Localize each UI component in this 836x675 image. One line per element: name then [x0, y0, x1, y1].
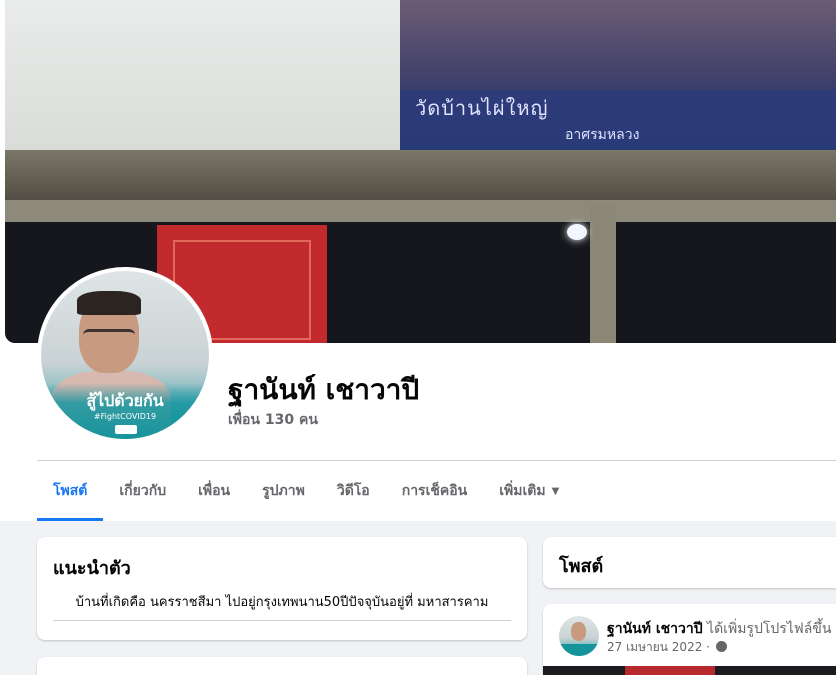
cover-post	[590, 205, 616, 343]
posts-title: โพสต์	[559, 556, 604, 577]
post-action-text: ได้เพิ่มรูปโปรไฟล์ขึ้น	[707, 621, 832, 637]
post-author-line: ฐานันท์ เชาวาปี ได้เพิ่มรูปโปรไฟล์ขึ้น	[607, 618, 831, 640]
post-date[interactable]: 27 เมษายน 2022 ·	[607, 640, 710, 654]
post-image-red-area	[625, 666, 715, 675]
friends-count[interactable]: เพื่อน 130 คน	[228, 409, 318, 431]
profile-header: วัดบ้านไผ่ใหญ่ อาศรมหลวง สู้ไปด้วยกัน #F…	[0, 0, 836, 521]
profile-name: ฐานันท์ เชาวาปี	[228, 373, 420, 406]
post-author-name[interactable]: ฐานันท์ เชาวาปี	[607, 621, 703, 637]
tab-more[interactable]: เพิ่มเติม ▼	[483, 461, 575, 521]
tab-posts[interactable]: โพสต์	[37, 461, 104, 521]
post-author-avatar[interactable]	[559, 616, 599, 656]
avatar-glasses	[83, 329, 135, 343]
cover-shelf-edge	[5, 200, 836, 222]
caret-down-icon: ▼	[551, 485, 560, 497]
profile-avatar[interactable]: สู้ไปด้วยกัน #FightCOVID19	[37, 267, 213, 443]
tab-checkins[interactable]: การเช็คอิน	[386, 461, 484, 521]
avatar-frame-tag: #FightCOVID19	[93, 412, 157, 421]
tab-more-label: เพิ่มเติม	[499, 483, 546, 499]
tab-photos[interactable]: รูปภาพ	[246, 461, 321, 521]
globe-icon	[715, 641, 727, 652]
avatar-frame-title: สู้ไปด้วยกัน	[86, 391, 164, 410]
post-meta: 27 เมษายน 2022 ·	[607, 638, 727, 657]
profile-tabs: โพสต์ เกี่ยวกับ เพื่อน รูปภาพ วิดีโอ การ…	[37, 461, 575, 521]
photos-card	[37, 657, 527, 675]
avatar-photo: สู้ไปด้วยกัน #FightCOVID19	[41, 271, 209, 439]
intro-card: แนะนำตัว บ้านที่เกิดคือ นครราชสีมา ไปอยู…	[37, 537, 527, 640]
post-avatar-band	[559, 644, 599, 656]
tab-about[interactable]: เกี่ยวกับ	[103, 461, 182, 521]
intro-title: แนะนำตัว	[53, 558, 131, 579]
cover-banner-text: วัดบ้านไผ่ใหญ่	[415, 96, 549, 120]
intro-bio: บ้านที่เกิดคือ นครราชสีมา ไปอยู่กรุงเทพน…	[75, 595, 489, 610]
post-card: ฐานันท์ เชาวาปี ได้เพิ่มรูปโปรไฟล์ขึ้น 2…	[543, 604, 836, 675]
posts-header-card: โพสต์	[543, 537, 836, 588]
tab-videos[interactable]: วิดีโอ	[321, 461, 386, 521]
cover-banner-subtext: อาศรมหลวง	[565, 127, 640, 143]
tab-friends[interactable]: เพื่อน	[182, 461, 246, 521]
post-image[interactable]	[543, 666, 836, 675]
post-avatar-face	[571, 622, 586, 641]
cover-light	[567, 224, 587, 240]
avatar-frame-logo-icon	[115, 425, 137, 434]
avatar-hair	[77, 291, 141, 315]
intro-divider	[53, 620, 511, 621]
